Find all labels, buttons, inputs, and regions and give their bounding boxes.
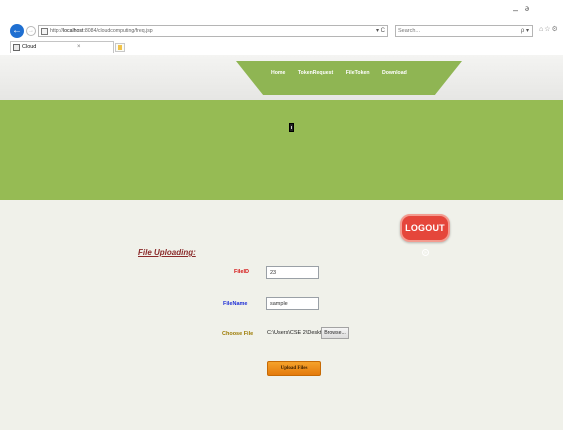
logout-button[interactable]: LOGOUT » <box>400 214 450 257</box>
fileid-label: FileID <box>234 269 249 275</box>
window-controls: – ə <box>513 3 553 15</box>
toolbar-icons[interactable]: ⌂☆⚙ <box>539 25 559 35</box>
nav-token-request-link[interactable]: TokenRequest <box>298 70 333 76</box>
tab-title: Cloud <box>22 44 37 50</box>
tab-favicon-icon <box>13 44 20 51</box>
maximize-button[interactable]: ə <box>525 3 529 13</box>
new-tab-button[interactable] <box>115 43 125 52</box>
url-text[interactable]: http://localhost:8084/cloudcomputing/fre… <box>50 27 153 35</box>
content-area: LOGOUT » File Uploading: FileID FileName… <box>0 200 563 430</box>
tab-close-icon[interactable]: × <box>77 44 81 51</box>
browser-tab[interactable]: Cloud × <box>10 41 114 53</box>
url-path: :8084/cloudcomputing/freq.jsp <box>83 28 153 34</box>
forward-button[interactable]: → <box>26 26 36 36</box>
filename-input[interactable] <box>266 297 319 310</box>
filename-label: FileName <box>223 301 248 307</box>
tab-strip: Cloud × <box>0 40 563 54</box>
search-box[interactable]: ρ ▾ <box>395 25 533 37</box>
page-icon <box>41 28 48 35</box>
browse-button[interactable]: Browse... <box>321 327 349 339</box>
back-button[interactable]: ← <box>10 24 24 38</box>
upload-button[interactable]: Upload Files <box>267 361 321 376</box>
file-path-field[interactable]: C:\Users\CSE 2\Deskto <box>267 328 322 339</box>
nav-bar <box>236 61 462 95</box>
url-host: localhost <box>62 28 84 34</box>
choose-file-label: Choose File <box>222 331 254 337</box>
fileid-input[interactable] <box>266 266 319 279</box>
nav-links: Home TokenRequest FileToken Download <box>271 70 418 76</box>
logout-label: LOGOUT <box>405 223 445 233</box>
nav-download-link[interactable]: Download <box>382 70 407 76</box>
refresh-icon[interactable]: ▾ C <box>376 27 385 35</box>
web-page: Home TokenRequest FileToken Download LOG… <box>0 55 563 430</box>
search-icon[interactable]: ρ ▾ <box>521 27 529 35</box>
nav-home-link[interactable]: Home <box>271 70 285 76</box>
broken-image-icon <box>289 123 294 132</box>
logout-icon: » <box>422 249 429 257</box>
nav-file-token-link[interactable]: FileToken <box>346 70 370 76</box>
form-title: File Uploading: <box>138 248 196 257</box>
search-input[interactable] <box>398 27 516 35</box>
minimize-button[interactable]: – <box>513 5 518 15</box>
url-prefix: http:// <box>50 28 63 34</box>
address-bar-row: ← → http://localhost:8084/cloudcomputing… <box>0 22 563 40</box>
green-banner <box>0 100 563 200</box>
address-bar[interactable]: http://localhost:8084/cloudcomputing/fre… <box>38 25 388 37</box>
